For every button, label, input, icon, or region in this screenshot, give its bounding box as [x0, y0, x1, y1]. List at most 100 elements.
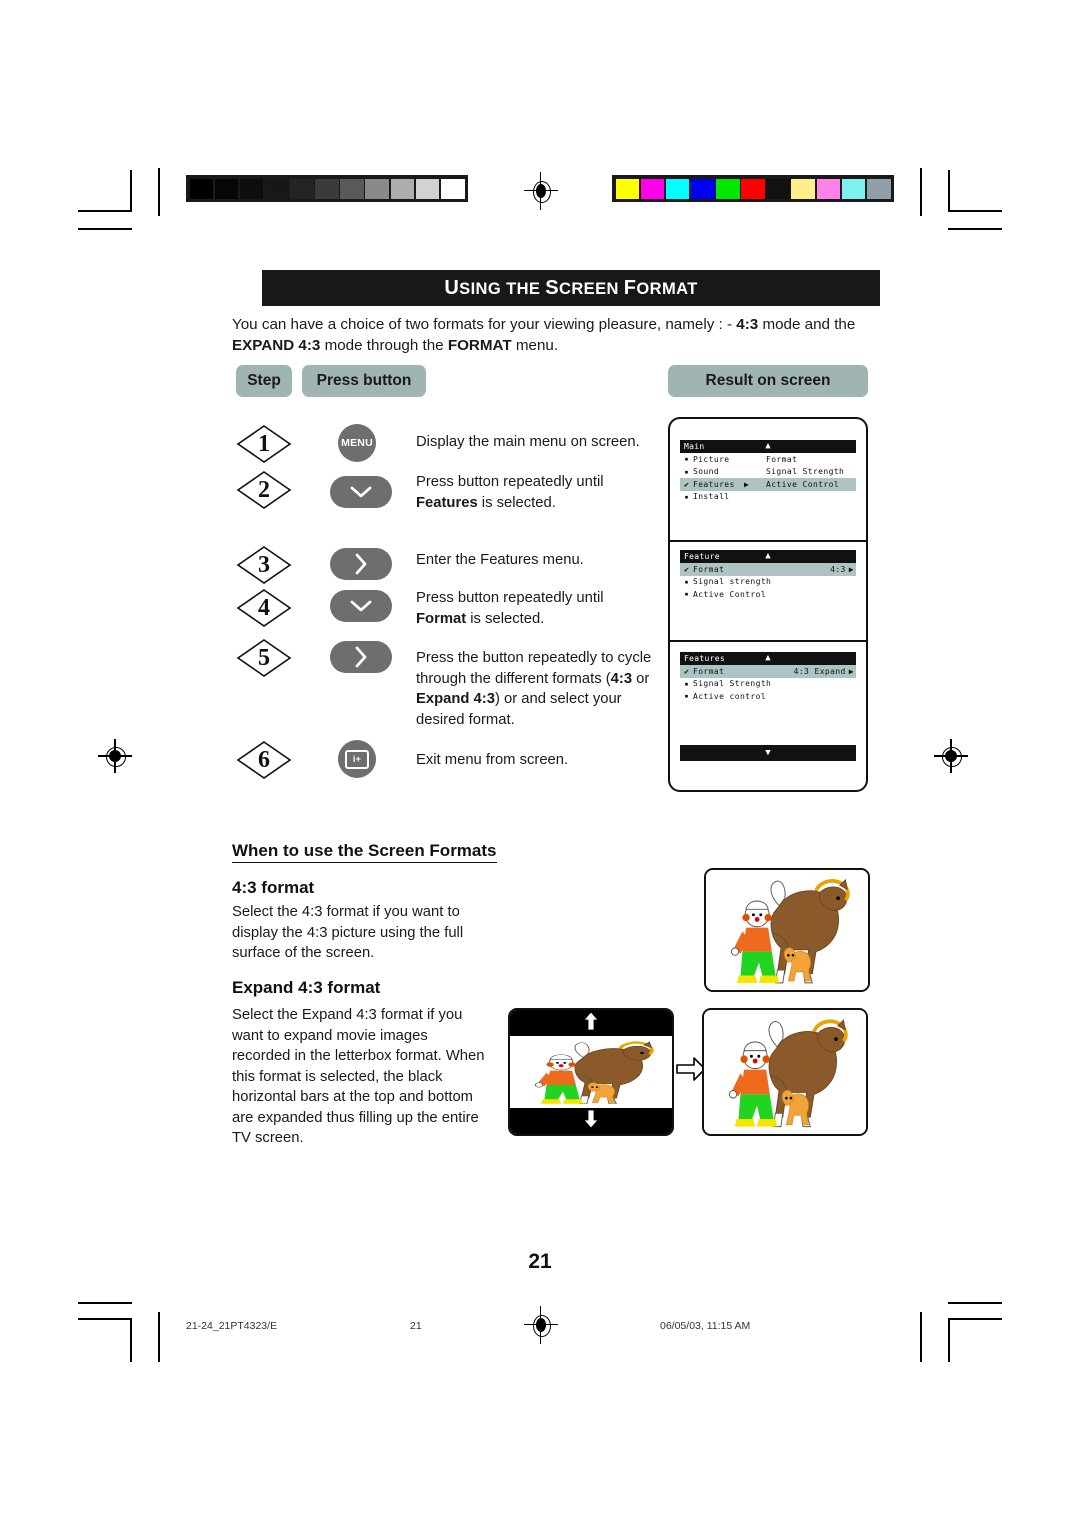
osd-row-label: Format — [693, 666, 725, 676]
crop-line — [948, 1302, 1002, 1304]
letterbox-bar-top — [510, 1010, 672, 1036]
calibration-swatch — [415, 178, 440, 199]
step-4-text-a: Press button repeatedly until — [416, 590, 604, 606]
osd-row[interactable]: ▪ Install — [680, 491, 856, 504]
bullet-icon: ▪ — [684, 492, 689, 501]
page-title-bar: USING THE SCREEN FORMAT — [262, 270, 880, 306]
letterbox-picture-area — [510, 1036, 672, 1108]
osd-row-selected[interactable]: ✔ Features ▶ Active Control — [680, 478, 856, 491]
osd-row[interactable]: ▪ Signal Strength — [680, 678, 856, 691]
scroll-down-icon: ▼ — [765, 747, 771, 758]
step-number: 6 — [258, 746, 270, 773]
osd-row-selected[interactable]: ✔ Format 4:3 Expand ▶ — [680, 665, 856, 678]
header-badge-step: Step — [236, 365, 292, 397]
right-button-step3[interactable] — [330, 548, 392, 580]
clown-horse-dog-image — [704, 1010, 866, 1134]
registration-mark-left — [98, 739, 132, 773]
illustration-43-fullscreen — [704, 868, 870, 992]
calibration-swatch — [615, 178, 640, 199]
osd-row-label: Picture — [693, 454, 730, 464]
step-number: 3 — [258, 551, 270, 578]
menu-button[interactable]: MENU — [338, 424, 376, 462]
osd-row[interactable]: ▪ Active control — [680, 690, 856, 703]
calibration-swatch — [315, 178, 339, 199]
chevron-right-icon: ▶ — [848, 564, 854, 574]
scroll-up-icon: ▲ — [765, 551, 771, 561]
right-button-step5[interactable] — [330, 641, 392, 673]
step-5-kw-expand: Expand 4:3 — [416, 691, 495, 707]
osd-row-selected[interactable]: ✔ Format 4:3 ▶ — [680, 563, 856, 576]
registration-mark-bottom — [524, 1306, 558, 1344]
osd-row-value-group: 4:3 ▶ — [830, 565, 854, 574]
osd-row-label: Signal strength — [693, 577, 772, 587]
illustration-letterbox-before — [508, 1008, 674, 1136]
check-icon: ✔ — [684, 666, 689, 676]
calibration-swatch — [841, 178, 866, 199]
bullet-icon: ▪ — [684, 679, 689, 688]
step-marker-4: 4 — [236, 588, 292, 628]
intro-format-menu: FORMAT — [447, 337, 512, 354]
calibration-swatch — [716, 178, 740, 199]
step-number: 5 — [258, 644, 270, 671]
crop-line — [920, 168, 922, 216]
crop-line — [948, 1318, 1002, 1320]
crop-line — [78, 1318, 132, 1320]
step-marker-5: 5 — [236, 638, 292, 678]
crop-line — [78, 228, 132, 230]
page-title: USING THE SCREEN FORMAT — [444, 277, 698, 299]
calibration-swatch — [214, 178, 239, 199]
exit-info-button[interactable]: i+ — [338, 740, 376, 778]
calibration-swatch — [766, 178, 790, 199]
chevron-right-icon — [354, 646, 368, 668]
scroll-down-bar[interactable]: ▼ — [680, 744, 856, 761]
step-marker-6: 6 — [236, 740, 292, 780]
osd-row[interactable]: ▪ Active Control — [680, 588, 856, 601]
crop-line — [78, 210, 132, 212]
intro-text: mode and the — [758, 316, 856, 333]
step-number: 4 — [258, 594, 270, 621]
info-plus-icon: i+ — [345, 749, 369, 769]
footer-file-ref: 21-24_21PT4323/E — [186, 1320, 278, 1332]
clown-horse-dog-image — [706, 870, 868, 990]
osd-title-bar: Main ▲ — [680, 440, 856, 453]
osd-row-col2: Active Control — [766, 479, 840, 489]
bullet-icon: ▪ — [684, 692, 689, 701]
arrow-down-icon — [583, 1109, 599, 1134]
page-number: 21 — [528, 1250, 552, 1273]
chevron-down-icon — [350, 485, 372, 499]
osd-title-bar: Feature ▲ — [680, 550, 856, 563]
calibration-swatch — [866, 178, 891, 199]
crop-line — [920, 1312, 922, 1362]
section-heading-43: 4:3 format — [232, 878, 315, 897]
registration-mark-top — [524, 172, 558, 210]
osd-row-label: Features — [693, 479, 735, 489]
osd-row[interactable]: ▪ Sound Signal Strength — [680, 466, 856, 479]
step-2-keyword: Features — [416, 494, 478, 511]
osd-row-value: 4:3 Expand — [793, 666, 846, 676]
osd-row[interactable]: ▪ Picture Format — [680, 453, 856, 466]
calibration-swatch — [440, 178, 465, 199]
step-4-keyword: Format — [416, 610, 467, 627]
header-badge-result: Result on screen — [668, 365, 868, 397]
down-button-step4[interactable] — [330, 590, 392, 622]
osd-title-bar: Features ▲ — [680, 652, 856, 665]
step-number: 2 — [258, 476, 270, 503]
down-button-step2[interactable] — [330, 476, 392, 508]
chevron-right-icon: ▶ — [744, 479, 750, 489]
osd-title: Main — [684, 442, 705, 451]
osd-row[interactable]: ▪ Signal strength — [680, 576, 856, 589]
bullet-icon: ▪ — [684, 467, 689, 476]
osd-row-label: Signal Strength — [693, 679, 772, 689]
osd-row-value-group: 4:3 Expand ▶ — [794, 667, 854, 676]
chevron-down-icon — [350, 599, 372, 613]
calibration-swatch — [264, 178, 289, 199]
crop-line — [78, 1302, 132, 1304]
calibration-swatch — [390, 178, 415, 199]
step-marker-2: 2 — [236, 470, 292, 510]
calibration-swatch — [290, 178, 314, 199]
osd-title: Feature — [684, 552, 720, 561]
intro-text: mode through the — [320, 337, 448, 354]
calibration-swatch — [640, 178, 665, 199]
step-5-kw-43: 4:3 — [610, 670, 633, 687]
step-4-text-c: is selected. — [466, 610, 545, 627]
